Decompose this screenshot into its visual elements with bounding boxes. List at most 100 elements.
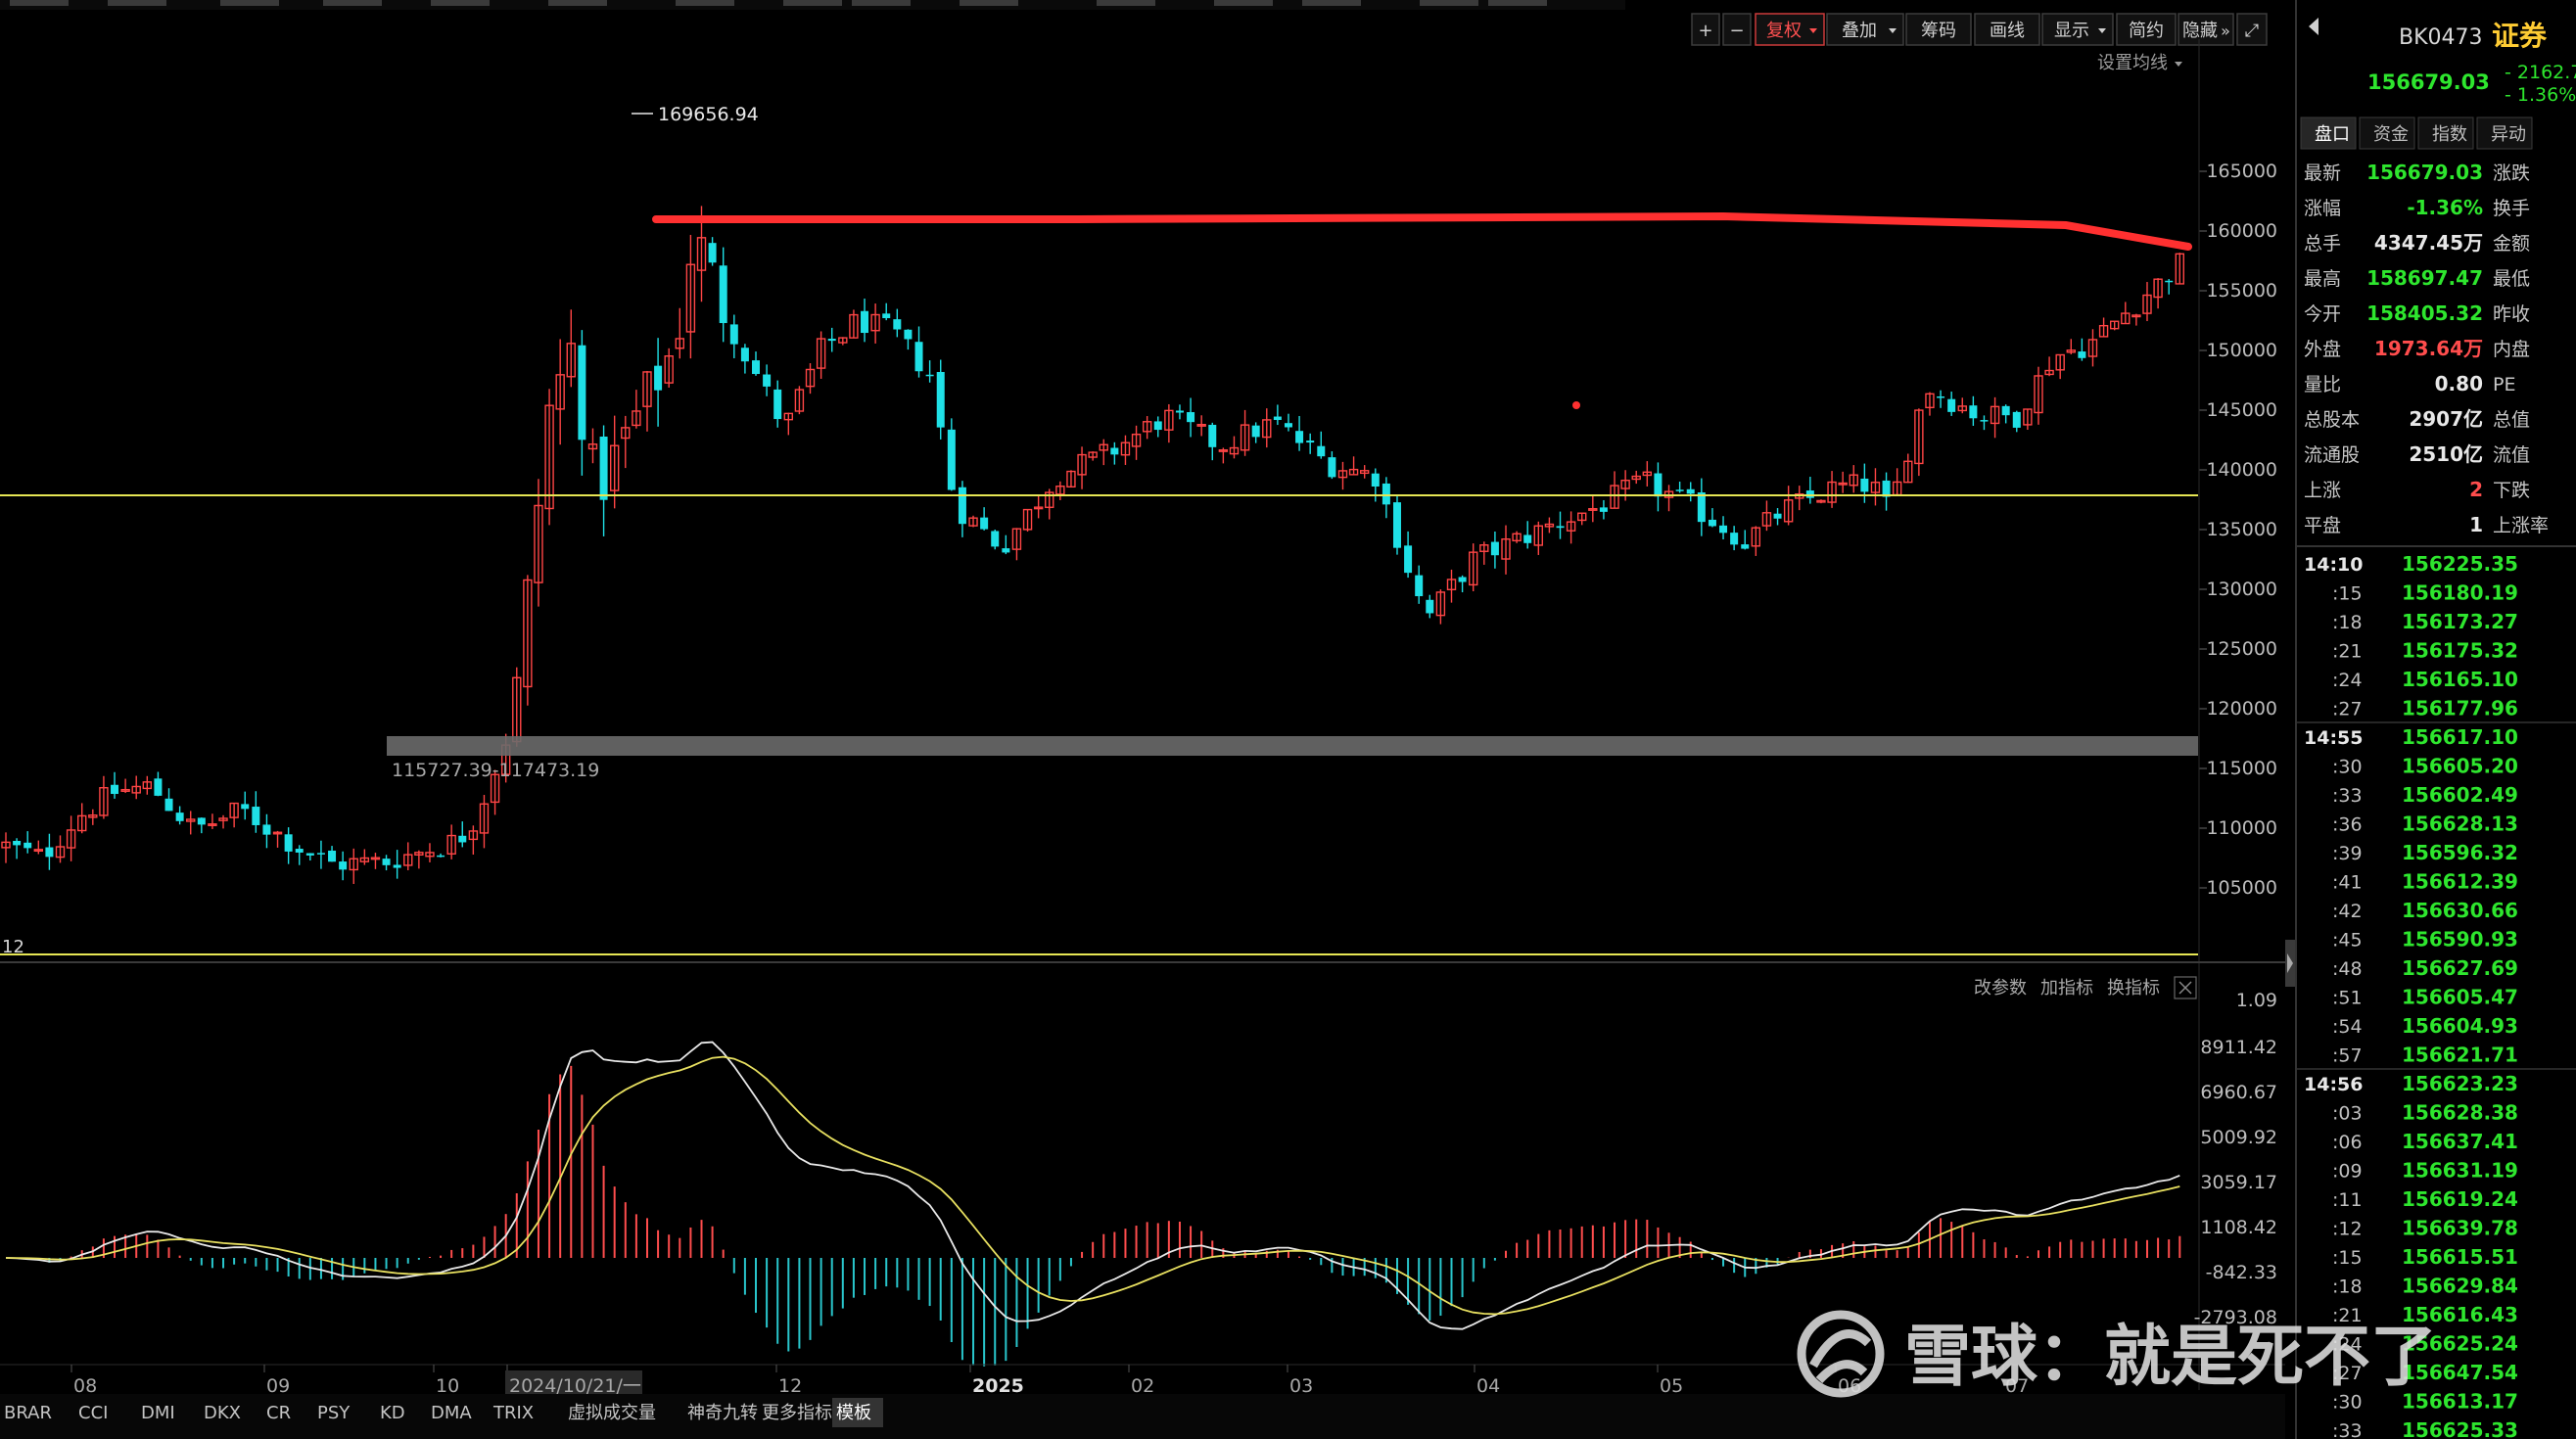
tick-time: :11: [2332, 1189, 2363, 1211]
tick-price: 156612.39: [2402, 870, 2518, 894]
indicator-tab-8[interactable]: TRIX: [492, 1403, 534, 1423]
tick-time: :33: [2332, 1420, 2363, 1439]
indicator-tab-0[interactable]: BRAR: [4, 1403, 52, 1423]
quote-field-label: 量比: [2304, 374, 2341, 395]
quote-field-value: 1973.64万: [2374, 337, 2483, 360]
indicator-tab-4[interactable]: CR: [266, 1403, 291, 1423]
quote-field-label-2: 换手: [2493, 198, 2530, 219]
candle: [1392, 495, 1401, 555]
tick-price: 156180.19: [2402, 581, 2518, 605]
quote-field-value: 4347.45万: [2374, 231, 2483, 255]
tick-time: :41: [2332, 872, 2363, 894]
menu-fragment[interactable]: [783, 0, 842, 6]
quote-change-pct: - 1.36%: [2505, 84, 2576, 106]
toolbar-button-6[interactable]: 显示: [2041, 13, 2114, 46]
tick-price: 156596.32: [2402, 841, 2518, 864]
indicator-tab-10[interactable]: 神奇九转: [687, 1403, 758, 1423]
tick-time: :15: [2332, 583, 2363, 605]
indicator-tab-2[interactable]: DMI: [141, 1403, 175, 1423]
tick-time: 14:10: [2304, 554, 2363, 576]
quote-field-label-2: 总值: [2493, 409, 2530, 431]
tick-time: :48: [2332, 958, 2363, 980]
toolbar-button-9[interactable]: ⤢: [2236, 13, 2268, 46]
menu-fragment[interactable]: [1214, 0, 1273, 6]
indicator-tick-label: -842.33: [2206, 1262, 2277, 1283]
toolbar-button-2[interactable]: 复权: [1755, 13, 1825, 46]
indicator-tab-label: CCI: [78, 1403, 108, 1423]
indicator-tab-7[interactable]: DMA: [431, 1403, 472, 1423]
tick-price: 156628.13: [2402, 812, 2518, 836]
toolbar-button-5[interactable]: 画线: [1974, 13, 2040, 46]
tick-time: :09: [2332, 1161, 2363, 1183]
menu-fragment[interactable]: [323, 0, 382, 6]
indicator-tab-label: TRIX: [492, 1403, 534, 1423]
quote-tab-1[interactable]: 资金: [2359, 116, 2415, 150]
time-label: 02: [1131, 1375, 1154, 1397]
quote-name: 证券: [2492, 20, 2548, 52]
tick-price: 156630.66: [2402, 899, 2518, 922]
menu-fragment[interactable]: [108, 0, 166, 6]
menu-fragment[interactable]: [852, 0, 911, 6]
quote-field-label-2: PE: [2493, 374, 2515, 395]
indicator-tab-6[interactable]: KD: [380, 1403, 405, 1423]
indicator-button-2[interactable]: 换指标: [2107, 978, 2160, 998]
tick-time: :36: [2332, 814, 2363, 836]
quote-field-label: 流通股: [2304, 444, 2360, 466]
indicator-button-0[interactable]: 改参数: [1974, 978, 2027, 998]
quote-field-value: 158697.47: [2366, 266, 2483, 290]
quote-change: - 2162.7: [2505, 62, 2576, 83]
indicator-tab-label: KD: [380, 1403, 405, 1423]
quote-field-label-2: 内盘: [2493, 339, 2530, 360]
menu-fragment[interactable]: [1488, 0, 1547, 6]
tick-time: :51: [2332, 988, 2363, 1009]
quote-field-value: -1.36%: [2407, 196, 2483, 219]
menu-fragment[interactable]: [431, 0, 490, 6]
time-label: 03: [1289, 1375, 1313, 1397]
tick-time: :06: [2332, 1132, 2363, 1153]
price-tick-label: 165000: [2206, 161, 2277, 182]
quote-field-label: 外盘: [2304, 339, 2341, 360]
toolbar-button-1[interactable]: −: [1722, 13, 1752, 46]
indicator-tab-12[interactable]: 模板: [832, 1398, 883, 1427]
tick-time: :18: [2332, 612, 2363, 633]
indicator-tab-1[interactable]: CCI: [78, 1403, 108, 1423]
quote-field-label: 上涨: [2304, 480, 2341, 501]
toolbar-button-8[interactable]: 隐藏»: [2178, 13, 2234, 46]
toolbar-button-4[interactable]: 筹码: [1905, 13, 1972, 46]
chart-app: + − 复权 叠加 筹码 画线 显示 简约 隐藏» ⤢ 设置均线 115727.39-117473…: [0, 0, 2576, 1439]
menu-fragment[interactable]: [220, 0, 279, 6]
quote-field-label: 涨幅: [2304, 198, 2341, 219]
quote-field-label: 总股本: [2304, 409, 2360, 431]
menu-fragment[interactable]: [1420, 0, 1478, 6]
menu-fragment[interactable]: [548, 0, 607, 6]
indicator-tab-5[interactable]: PSY: [317, 1403, 351, 1423]
toolbar-button-7[interactable]: 简约: [2116, 13, 2177, 46]
tick-time: :30: [2332, 757, 2363, 778]
quote-panel: BK0473 证券156679.03- 2162.7- 1.36%盘口 资金 指数 异动…: [2295, 0, 2576, 1439]
quote-tab-3[interactable]: 异动: [2476, 116, 2533, 150]
menu-fragment[interactable]: [10, 0, 69, 6]
menu-fragment[interactable]: [676, 0, 734, 6]
indicator-tick-label: 1108.42: [2200, 1217, 2277, 1238]
menu-fragment[interactable]: [1097, 0, 1155, 6]
top-menu-strip: [0, 0, 1625, 10]
indicator-tick-label: 6960.67: [2200, 1082, 2277, 1103]
settings-ma-link[interactable]: 设置均线: [2097, 53, 2168, 73]
tick-time: :18: [2332, 1277, 2363, 1298]
quote-tab-label: 盘口: [2315, 124, 2350, 145]
indicator-button-1[interactable]: 加指标: [2040, 978, 2093, 998]
quote-tab-0[interactable]: 盘口: [2300, 116, 2357, 150]
tick-time: 14:55: [2304, 727, 2363, 749]
menu-fragment[interactable]: [960, 0, 1018, 6]
toolbar-button-0[interactable]: +: [1691, 13, 1720, 46]
tick-price: 156225.35: [2402, 552, 2518, 576]
indicator-tab-11[interactable]: 更多指标: [762, 1403, 832, 1423]
tick-time: :33: [2332, 785, 2363, 807]
toolbar-button-label: 显示: [2054, 21, 2089, 41]
menu-fragment[interactable]: [1302, 0, 1361, 6]
quote-tab-2[interactable]: 指数: [2417, 116, 2474, 150]
toolbar-button-3[interactable]: 叠加: [1826, 13, 1904, 46]
indicator-tab-9[interactable]: 虚拟成交量: [568, 1403, 656, 1423]
price-tick-label: 135000: [2206, 519, 2277, 540]
indicator-tab-3[interactable]: DKX: [204, 1403, 241, 1423]
